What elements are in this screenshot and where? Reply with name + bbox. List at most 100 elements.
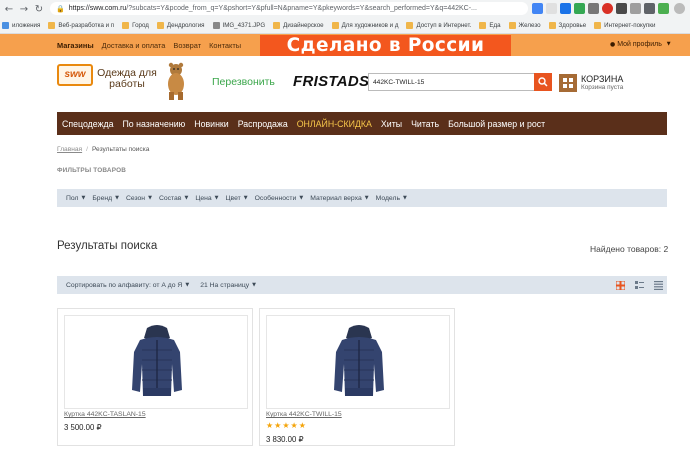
product-price: 3 830.00 ₽	[266, 435, 304, 444]
compact-view-button[interactable]	[651, 277, 665, 293]
bookmark-item[interactable]: Интернет-покупки	[594, 22, 655, 29]
list-view-button[interactable]	[632, 277, 646, 293]
sort-dropdown[interactable]: Сортировать по алфавиту: от А до Я ▼	[66, 282, 189, 289]
translate-icon[interactable]	[532, 3, 543, 14]
logo-badge: sww	[57, 64, 93, 86]
results-count: Найдено товаров: 2	[590, 244, 669, 254]
nav-item-big-size[interactable]: Большой размер и рост	[448, 119, 545, 129]
filter-season[interactable]: Сезон ▼	[126, 195, 152, 202]
chevron-down-icon: ▼	[252, 281, 257, 288]
nav-item-hits[interactable]: Хиты	[381, 119, 402, 129]
bookmark-item[interactable]: Доступ в Интернет.	[406, 22, 471, 29]
filter-composition[interactable]: Состав ▼	[159, 195, 188, 202]
url-rest: /?subcats=Y&pcode_from_q=Y&pshort=Y&pful…	[126, 5, 477, 12]
profile-menu[interactable]: ● Мой профиль ▼	[610, 41, 671, 48]
extension-icon[interactable]	[560, 3, 571, 14]
filter-color[interactable]: Цвет ▼	[226, 195, 248, 202]
product-image[interactable]	[266, 315, 450, 409]
chevron-down-icon: ▼	[185, 281, 190, 288]
avatar[interactable]	[674, 3, 685, 14]
bookmark-label: Город	[132, 22, 149, 29]
per-page-dropdown[interactable]: 21 На страницу ▼	[200, 282, 256, 289]
site-logo[interactable]: sww Одежда для работы	[57, 62, 187, 100]
fristads-brand-link[interactable]: FRISTADS	[293, 73, 369, 90]
product-image[interactable]	[64, 315, 248, 409]
bookmark-item[interactable]: Дендрология	[156, 22, 205, 29]
product-name-link[interactable]: Куртка 442KC-TWILL-15	[266, 411, 342, 418]
bookmark-item[interactable]: IMG_4371.JPG	[212, 22, 266, 29]
folder-icon	[508, 22, 516, 29]
grid-view-button[interactable]	[613, 277, 627, 293]
filter-label: Бренд	[92, 194, 113, 202]
sort-label: Сортировать по алфавиту: от А до Я	[66, 281, 183, 289]
filter-label: Сезон	[125, 194, 146, 202]
bookmark-item[interactable]: Дизайнерское	[273, 22, 324, 29]
bookmark-item[interactable]: Еда	[479, 22, 501, 29]
filter-material[interactable]: Материал верха ▼	[310, 195, 368, 202]
filter-brand[interactable]: Бренд ▼	[92, 195, 119, 202]
chevron-down-icon: ▼	[81, 194, 86, 201]
extension-icon[interactable]	[630, 3, 641, 14]
address-row: ← → ↻ 🔒 https://sww.com.ru/?subcats=Y&pc…	[0, 0, 690, 17]
nav-item-by-purpose[interactable]: По назначению	[122, 119, 185, 129]
product-name-link[interactable]: Куртка 442KC-TASLAN-15	[64, 411, 146, 418]
extension-icon[interactable]	[588, 3, 599, 14]
link-delivery[interactable]: Доставка и оплата	[102, 41, 166, 50]
bookmark-item[interactable]: Железо	[508, 22, 541, 29]
opera-icon[interactable]	[602, 3, 613, 14]
lock-icon: 🔒	[56, 4, 65, 13]
bookmark-item[interactable]: иложения	[2, 22, 40, 29]
search-input[interactable]	[369, 74, 529, 90]
search-button[interactable]	[534, 73, 552, 91]
bookmark-item[interactable]: Для художников и д	[331, 22, 398, 29]
filter-model[interactable]: Модель ▼	[376, 195, 407, 202]
folder-icon	[406, 22, 414, 29]
folder-icon	[331, 22, 339, 29]
reload-icon[interactable]: ↻	[32, 2, 46, 16]
cart-icon[interactable]	[559, 74, 577, 92]
bookmark-item[interactable]: Город	[122, 22, 149, 29]
page-title: Результаты поиска	[57, 240, 158, 252]
cart-title[interactable]: КОРЗИНА	[581, 74, 623, 84]
product-card[interactable]: Куртка 442KC-TWILL-15 ★★★★★ 3 830.00 ₽	[259, 308, 455, 446]
callback-link[interactable]: Перезвонить	[212, 76, 275, 88]
back-icon[interactable]: ←	[2, 2, 16, 16]
star-icon[interactable]	[546, 3, 557, 14]
bookmark-label: IMG_4371.JPG	[222, 22, 266, 29]
nav-item-new[interactable]: Новинки	[194, 119, 228, 129]
nav-item-read[interactable]: Читать	[411, 119, 439, 129]
nav-item-sale[interactable]: Распродажа	[238, 119, 288, 129]
bookmark-label: Здоровье	[558, 22, 587, 29]
filter-label: Материал верха	[310, 194, 362, 202]
link-stores[interactable]: Магазины	[57, 41, 94, 50]
filter-features[interactable]: Особенности ▼	[255, 195, 304, 202]
nav-item-workwear[interactable]: Спецодежда	[62, 119, 113, 129]
extension-icon[interactable]	[616, 3, 627, 14]
link-contacts[interactable]: Контакты	[209, 41, 241, 50]
folder-icon	[2, 22, 9, 29]
filter-gender[interactable]: Пол ▼	[66, 195, 85, 202]
nav-item-online-discount[interactable]: ОНЛАЙН-СКИДКА	[297, 119, 372, 129]
list-icon	[634, 280, 644, 289]
extension-icon[interactable]	[574, 3, 585, 14]
link-returns[interactable]: Возврат	[173, 41, 201, 50]
bookmark-item[interactable]: Веб-разработка и п	[48, 22, 114, 29]
extension-icon[interactable]	[644, 3, 655, 14]
grid-icon	[615, 280, 625, 290]
breadcrumb-separator: /	[86, 146, 88, 153]
filter-price[interactable]: Цена ▼	[195, 195, 218, 202]
breadcrumb: Главная / Результаты поиска	[57, 146, 149, 153]
product-card[interactable]: Куртка 442KC-TASLAN-15 3 500.00 ₽	[57, 308, 253, 446]
folder-icon	[156, 22, 164, 29]
filter-label: Особенности	[254, 194, 297, 202]
profile-label: Мой профиль	[617, 41, 662, 48]
forward-icon[interactable]: →	[17, 2, 31, 16]
user-icon: ●	[610, 41, 616, 48]
address-bar[interactable]: 🔒 https://sww.com.ru/?subcats=Y&pcode_fr…	[50, 2, 528, 15]
chevron-down-icon: ▼	[243, 194, 248, 201]
bookmark-item[interactable]: Здоровье	[548, 22, 587, 29]
folder-icon	[479, 22, 487, 29]
extension-icon[interactable]	[658, 3, 669, 14]
filter-bar: Пол ▼ Бренд ▼ Сезон ▼ Состав ▼ Цена ▼ Цвет ▼ О…	[57, 189, 667, 207]
breadcrumb-home[interactable]: Главная	[57, 146, 82, 153]
